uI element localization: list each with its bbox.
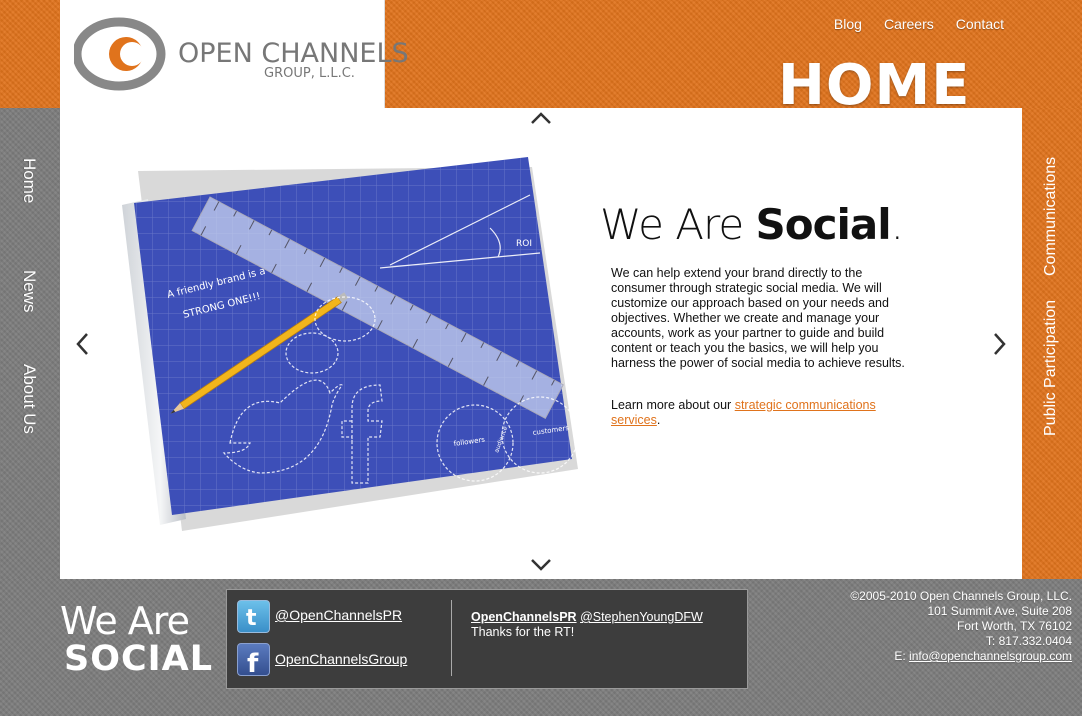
- facebook-handle-link[interactable]: OpenChannelsGroup: [275, 651, 407, 667]
- email-line: E: info@openchannelsgroup.com: [850, 649, 1072, 664]
- footer-logo-line2: SOCIAL: [64, 639, 214, 679]
- blueprint-illustration: ROI A friendly brand is a STRONG ONE!!! …: [122, 157, 579, 531]
- top-left-orange-strip: [0, 0, 60, 108]
- facebook-icon[interactable]: f: [237, 643, 270, 679]
- svg-text:t: t: [246, 606, 257, 631]
- roi-label: ROI: [516, 239, 532, 249]
- social-divider: [451, 600, 452, 676]
- tweet-mention-link[interactable]: @StephenYoungDFW: [580, 610, 703, 624]
- top-nav: Blog Careers Contact: [834, 16, 1004, 32]
- logo-subtitle: GROUP, L.L.C.: [264, 66, 355, 81]
- nav-careers-link[interactable]: Careers: [884, 16, 934, 32]
- twitter-icon[interactable]: t: [237, 600, 270, 633]
- svg-text:f: f: [247, 649, 259, 675]
- hero-title-bold: Social: [755, 200, 892, 249]
- nav-contact-link[interactable]: Contact: [956, 16, 1004, 32]
- chevron-down-icon[interactable]: [530, 558, 552, 572]
- footer: We Are SOCIAL t @OpenChannelsPR f OpenCh…: [0, 579, 1082, 716]
- contact-info: ©2005-2010 Open Channels Group, LLC. 101…: [850, 589, 1072, 664]
- nav-blog-link[interactable]: Blog: [834, 16, 862, 32]
- address-line2: Fort Worth, TX 76102: [957, 619, 1072, 633]
- tweet-author-link[interactable]: OpenChannelsPR: [471, 610, 577, 624]
- chevron-right-icon[interactable]: [992, 332, 1008, 356]
- sidebar-item-home[interactable]: Home: [19, 158, 39, 203]
- phone: T: 817.332.0404: [985, 634, 1072, 648]
- hero-more-suffix: .: [656, 413, 661, 427]
- footer-logo-line1: We Are: [60, 599, 190, 643]
- hero-title: We Are Social.: [600, 200, 904, 249]
- sidebar-item-public-participation[interactable]: Public Participation: [1042, 300, 1060, 436]
- main-slide-panel: ROI A friendly brand is a STRONG ONE!!! …: [60, 108, 1022, 579]
- copyright: ©2005-2010 Open Channels Group, LLC.: [850, 589, 1072, 603]
- chevron-left-icon[interactable]: [74, 332, 90, 356]
- right-sidebar: Communications Public Participation: [1022, 108, 1082, 580]
- email-prefix: E:: [894, 649, 910, 663]
- sidebar-item-news[interactable]: News: [19, 270, 39, 313]
- email-link[interactable]: info@openchannelsgroup.com: [909, 649, 1072, 663]
- twitter-handle-link[interactable]: @OpenChannelsPR: [275, 607, 402, 623]
- logo-name: OPEN CHANNELS: [178, 38, 409, 69]
- tweet-text: Thanks for the RT!: [471, 625, 575, 639]
- hero-more-prefix: Learn more about our: [611, 398, 735, 412]
- sidebar-item-communications[interactable]: Communications: [1042, 157, 1060, 276]
- address-line1: 101 Summit Ave, Suite 208: [927, 604, 1072, 618]
- hero-title-end: .: [890, 200, 904, 249]
- social-panel: t @OpenChannelsPR f OpenChannelsGroup Op…: [226, 589, 748, 689]
- logo[interactable]: OPEN CHANNELS GROUP, L.L.C.: [60, 0, 409, 108]
- left-sidebar: Home News About Us: [0, 108, 60, 580]
- chevron-up-icon[interactable]: [530, 111, 552, 125]
- hero-learn-more: Learn more about our strategic communica…: [611, 398, 911, 428]
- latest-tweet: OpenChannelsPR @StephenYoungDFW Thanks f…: [471, 610, 741, 640]
- hero-body-text: We can help extend your brand directly t…: [611, 266, 905, 370]
- sidebar-item-about-us[interactable]: About Us: [19, 364, 39, 434]
- hero-title-light: We Are: [600, 200, 756, 249]
- logo-eye-icon: [74, 17, 166, 91]
- page-heading: HOME: [778, 58, 971, 108]
